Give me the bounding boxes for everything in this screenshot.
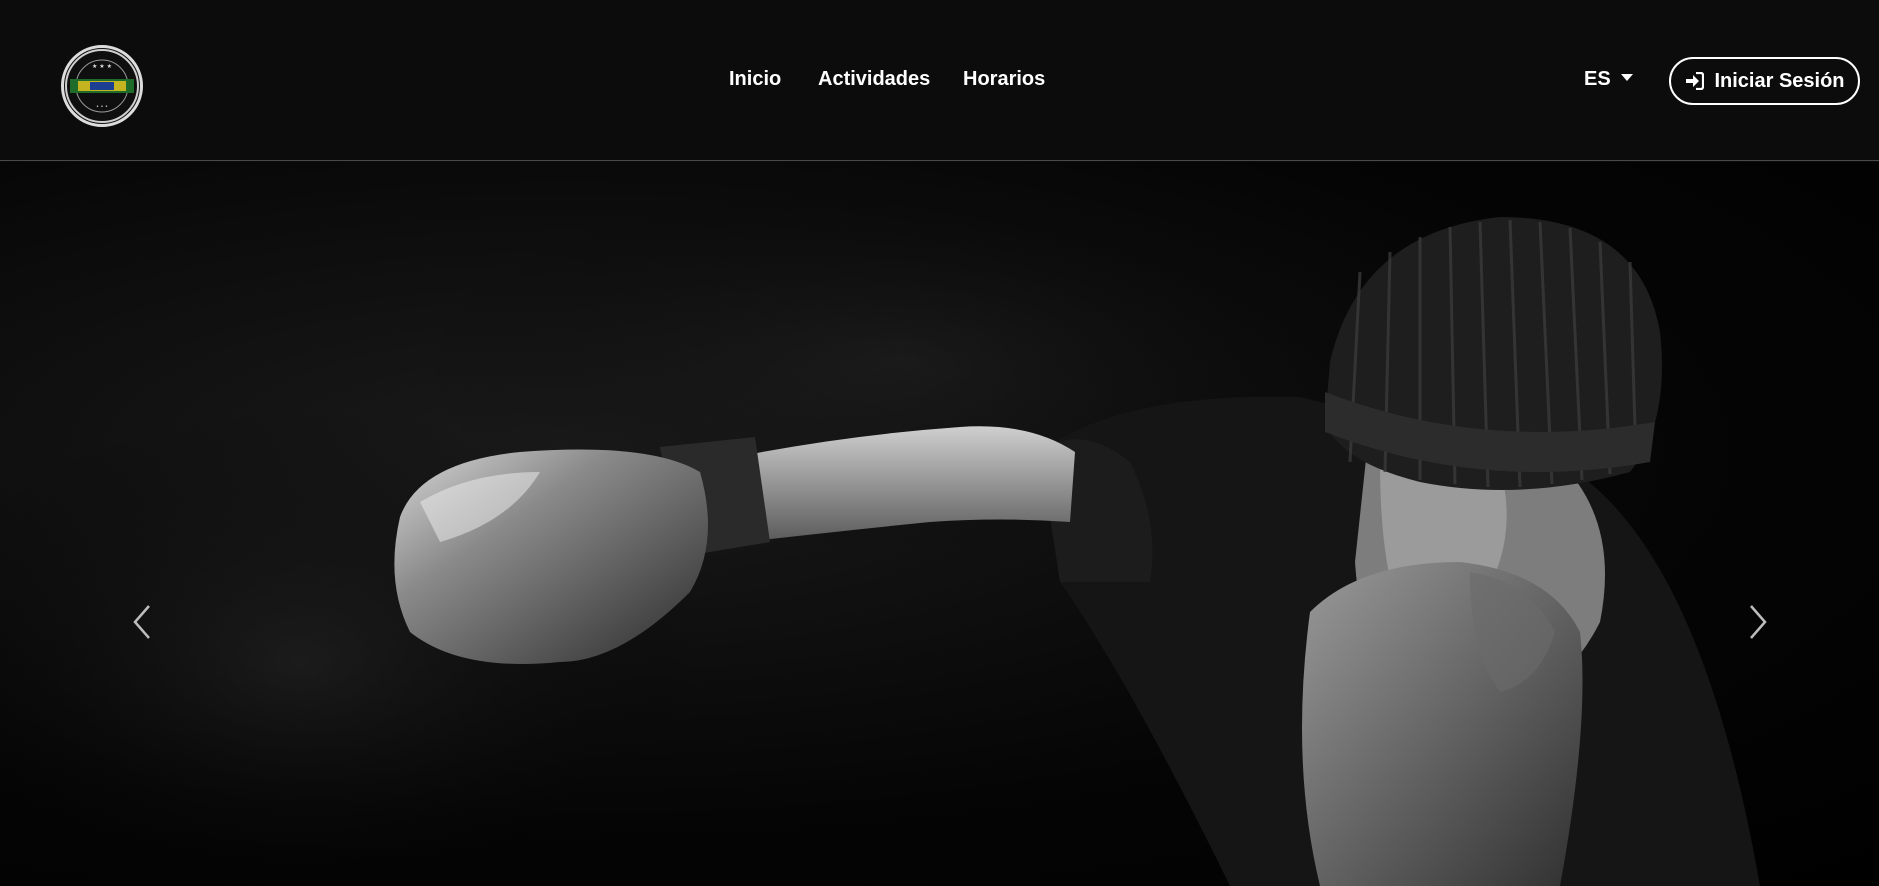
login-button-label: Iniciar Sesión [1714, 69, 1845, 92]
caret-down-icon [1620, 74, 1633, 82]
chevron-left-icon [133, 605, 150, 639]
navbar: ★ ★ ★ • • • Inicio Actividades Horarios … [0, 0, 1879, 161]
language-dropdown[interactable]: ES [1584, 68, 1633, 91]
nav-link-horarios[interactable]: Horarios [963, 68, 1045, 91]
nav-link-actividades[interactable]: Actividades [818, 68, 930, 91]
hero-carousel [0, 162, 1879, 886]
language-selected: ES [1584, 68, 1611, 90]
boxer-punching-photo [0, 162, 1760, 886]
nav-link-inicio[interactable]: Inicio [729, 68, 781, 91]
sign-in-icon [1684, 72, 1705, 90]
carousel-next-button[interactable] [1738, 592, 1778, 652]
login-button[interactable]: Iniciar Sesión [1669, 57, 1860, 105]
carousel-prev-button[interactable] [122, 592, 162, 652]
chevron-right-icon [1750, 605, 1767, 639]
